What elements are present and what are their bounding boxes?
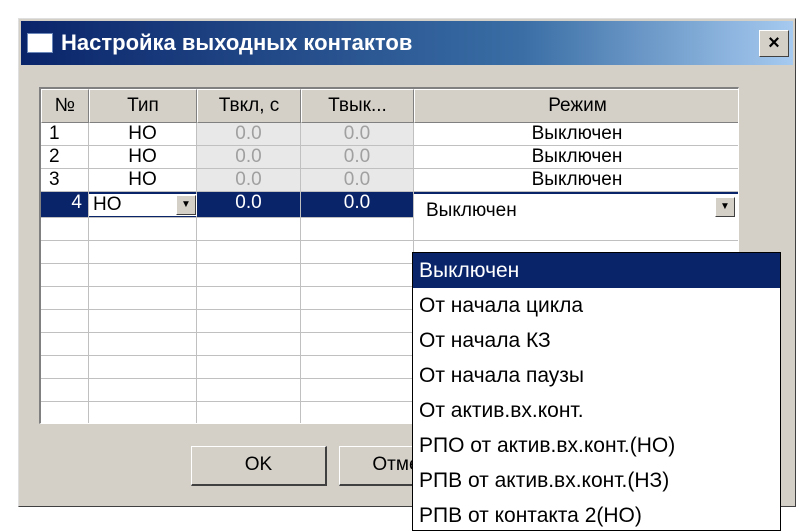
row-3-num[interactable]: 3 [41, 169, 89, 192]
row-1-toff[interactable]: 0.0 [301, 123, 414, 146]
close-button[interactable]: × [759, 30, 789, 57]
row-3-mode[interactable]: Выключен [414, 169, 738, 192]
row-4-ton[interactable]: 0.0 [197, 192, 301, 218]
window-icon [27, 33, 53, 53]
header-ton[interactable]: Твкл, с [197, 89, 301, 123]
row-2-ton[interactable]: 0.0 [197, 146, 301, 169]
mode-combobox[interactable]: Выключен ▼ [414, 194, 738, 220]
ok-button[interactable]: OK [191, 446, 327, 486]
mode-option-active-input[interactable]: От актив.вх.конт. [413, 393, 780, 428]
chevron-down-icon[interactable]: ▼ [176, 195, 196, 215]
row-2-toff[interactable]: 0.0 [301, 146, 414, 169]
mode-option-pause-start[interactable]: От начала паузы [413, 358, 780, 393]
row-1-mode[interactable]: Выключен [414, 123, 738, 146]
chevron-down-icon[interactable]: ▼ [715, 197, 735, 217]
type-combobox-value: НО [93, 194, 122, 215]
row-1-type[interactable]: НО [89, 123, 197, 146]
mode-combobox-value: Выключен [426, 200, 517, 220]
title-bar[interactable]: Настройка выходных контактов × [21, 21, 793, 65]
row-3-toff[interactable]: 0.0 [301, 169, 414, 192]
window-title: Настройка выходных контактов [61, 30, 413, 55]
mode-option-off[interactable]: Выключен [413, 253, 780, 288]
row-4-num[interactable]: 4 [41, 192, 89, 218]
header-toff[interactable]: Твык... [301, 89, 414, 123]
mode-option-cycle-start[interactable]: От начала цикла [413, 288, 780, 323]
header-num[interactable]: № [41, 89, 89, 123]
mode-option-short-circuit-start[interactable]: От начала КЗ [413, 323, 780, 358]
header-mode[interactable]: Режим [414, 89, 738, 123]
row-4-toff[interactable]: 0.0 [301, 192, 414, 218]
row-1-ton[interactable]: 0.0 [197, 123, 301, 146]
header-type[interactable]: Тип [89, 89, 197, 123]
type-combobox[interactable]: НО ▼ [89, 194, 197, 216]
row-2-type[interactable]: НО [89, 146, 197, 169]
row-3-ton[interactable]: 0.0 [197, 169, 301, 192]
row-2-num[interactable]: 2 [41, 146, 89, 169]
row-3-type[interactable]: НО [89, 169, 197, 192]
row-2-mode[interactable]: Выключен [414, 146, 738, 169]
mode-option-rpv-nz[interactable]: РПВ от актив.вх.конт.(НЗ) [413, 463, 780, 498]
mode-option-rpv-contact2[interactable]: РПВ от контакта 2(НО) [413, 498, 780, 530]
row-1-num[interactable]: 1 [41, 123, 89, 146]
mode-option-rpo-no[interactable]: РПО от актив.вх.конт.(НО) [413, 428, 780, 463]
mode-dropdown-list: Выключен От начала цикла От начала КЗ От… [412, 252, 781, 531]
